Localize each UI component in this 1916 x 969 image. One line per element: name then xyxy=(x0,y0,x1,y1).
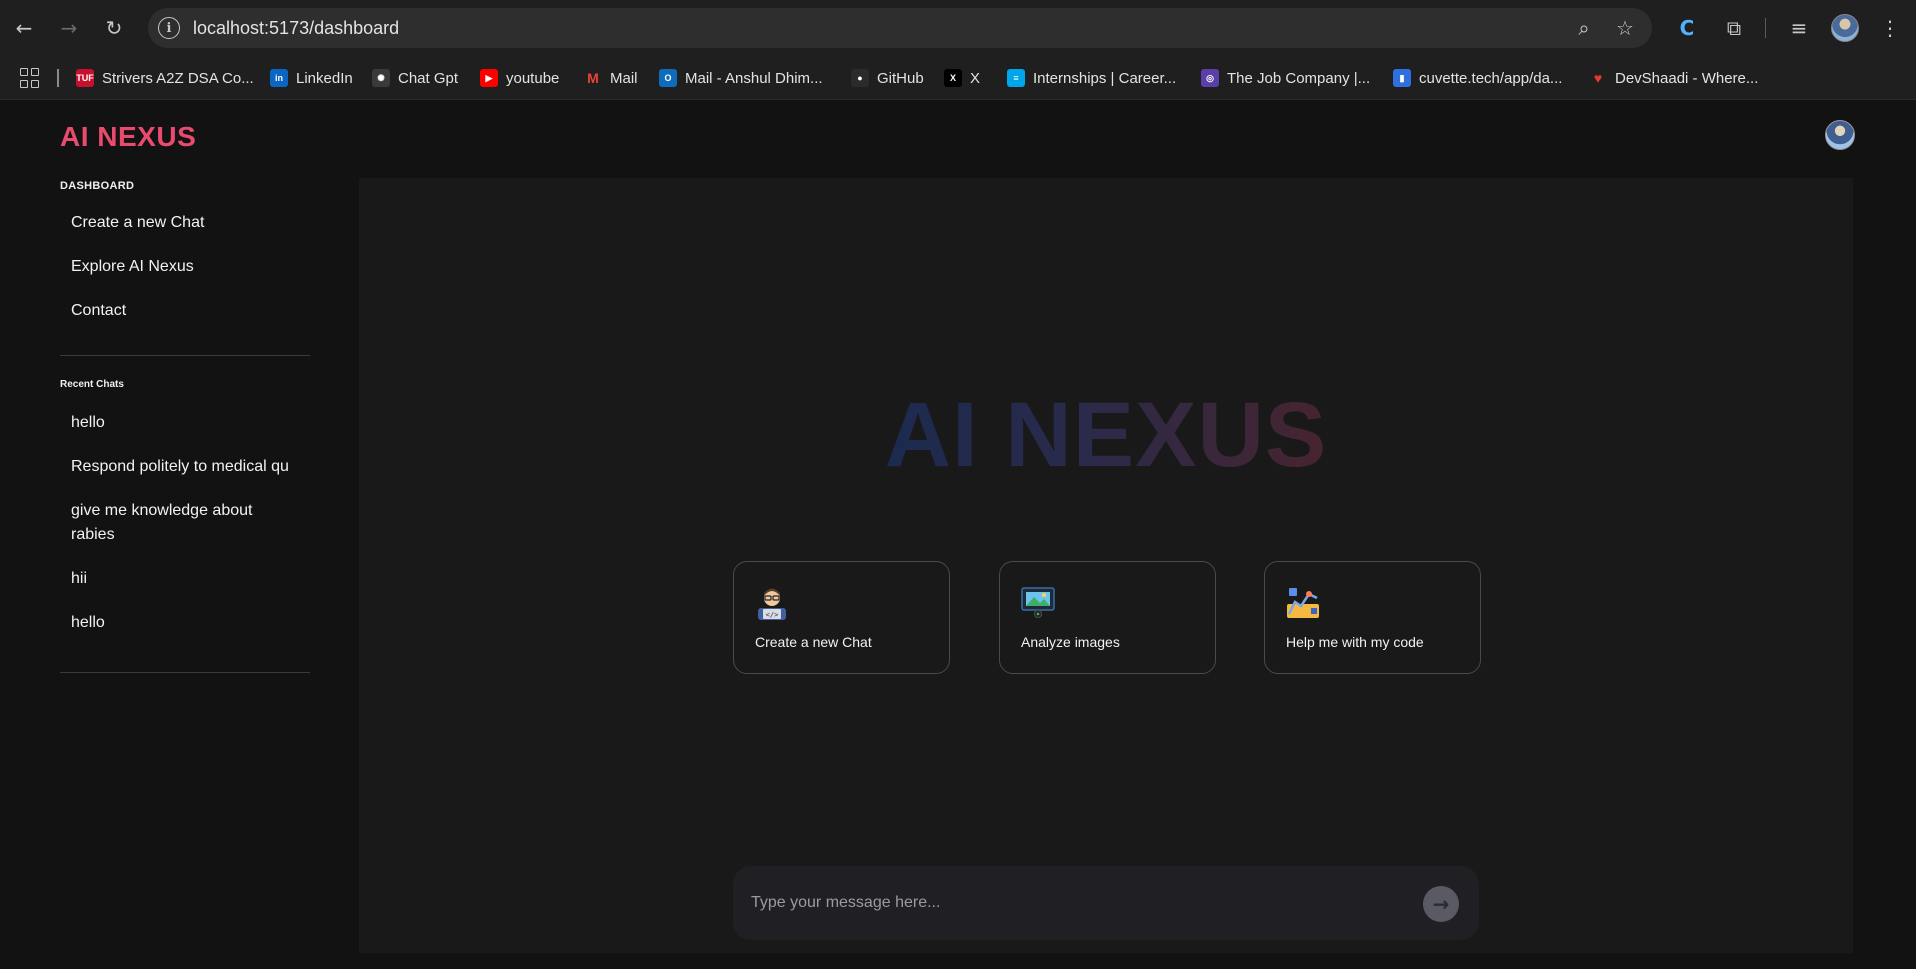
bookmarks-bar: TUF Strivers A2Z DSA Co... in LinkedIn ✺ Chat… xyxy=(0,56,1916,100)
recent-chat-item[interactable]: hello xyxy=(71,411,301,435)
send-arrow-icon[interactable]: → xyxy=(1423,886,1459,922)
sidebar-divider xyxy=(60,672,310,673)
extension-c-icon[interactable]: C xyxy=(1673,14,1701,42)
bookmark-label: Mail - Anshul Dhim... xyxy=(685,69,823,87)
x-icon: X xyxy=(944,69,962,87)
card-label: Help me with my code xyxy=(1286,634,1424,650)
bookmark-label: Strivers A2Z DSA Co... xyxy=(102,69,254,87)
forward-icon[interactable]: → xyxy=(55,14,83,42)
dashboard-main: AI NEXUS </> Create a new Chat Analyze i… xyxy=(359,178,1853,953)
developer-icon: </> xyxy=(758,588,786,620)
svg-text:</>: </> xyxy=(766,611,779,619)
bookmark-label: Chat Gpt xyxy=(398,69,459,87)
outlook-icon: O xyxy=(659,69,677,87)
bookmark-item[interactable]: M Mail xyxy=(584,67,638,89)
sidebar-link-new-chat[interactable]: Create a new Chat xyxy=(71,211,301,235)
bookmark-label: DevShaadi - Where... xyxy=(1615,69,1759,87)
dashboard-section-title: DASHBOARD xyxy=(60,180,135,192)
bookmark-item[interactable]: ♥ DevShaadi - Where... xyxy=(1589,67,1758,89)
address-bar[interactable]: i localhost:5173/dashboard ⌕ ☆ xyxy=(148,8,1652,48)
bookmark-label: Internships | Career... xyxy=(1033,69,1177,87)
bookmark-label: cuvette.tech/app/da... xyxy=(1419,69,1563,87)
internshala-icon: ≡ xyxy=(1007,69,1025,87)
hero-title: AI NEXUS xyxy=(359,383,1853,488)
site-info-icon[interactable]: i xyxy=(158,17,180,39)
zoom-icon[interactable]: ⌕ xyxy=(1572,16,1596,40)
card-create-chat[interactable]: </> Create a new Chat xyxy=(733,561,950,674)
sidebar-divider xyxy=(60,355,310,356)
bookmark-star-icon[interactable]: ☆ xyxy=(1613,16,1637,40)
chatgpt-icon: ✺ xyxy=(372,69,390,87)
browser-profile-avatar[interactable] xyxy=(1831,14,1859,42)
menu-kebab-icon[interactable]: ⋮ xyxy=(1876,14,1904,42)
bookmark-item[interactable]: ≡ Internships | Career... xyxy=(1007,67,1176,89)
bookmark-item[interactable]: ◎ The Job Company |... xyxy=(1201,67,1370,89)
recent-chats-title: Recent Chats xyxy=(60,379,124,390)
toolbar-divider xyxy=(1765,18,1766,38)
app-logo[interactable]: AI NEXUS xyxy=(60,121,196,153)
hero-title-text: AI NEXUS xyxy=(884,384,1328,486)
chat-message-input[interactable] xyxy=(751,888,1411,918)
bookmark-item[interactable]: ● GitHub xyxy=(851,67,924,89)
bookmark-label: The Job Company |... xyxy=(1227,69,1371,87)
heart-icon: ♥ xyxy=(1589,69,1607,87)
card-label: Analyze images xyxy=(1021,634,1120,650)
card-help-code[interactable]: Help me with my code xyxy=(1264,561,1481,674)
chat-form: → xyxy=(733,866,1479,940)
github-icon: ● xyxy=(851,69,869,87)
recent-chat-item[interactable]: give me knowledge about rabies xyxy=(71,499,271,547)
bookmark-item[interactable]: ▮ cuvette.tech/app/da... xyxy=(1393,67,1562,89)
reload-icon[interactable]: ↻ xyxy=(100,14,128,42)
bookmark-item[interactable]: O Mail - Anshul Dhim... xyxy=(659,67,823,89)
tuf-icon: TUF xyxy=(76,69,94,87)
recent-chat-item[interactable]: hii xyxy=(71,567,301,591)
bookmark-item[interactable]: ▶ youtube xyxy=(480,67,559,89)
bookmark-item[interactable]: ✺ Chat Gpt xyxy=(372,67,458,89)
bookmark-label: youtube xyxy=(506,69,560,87)
youtube-icon: ▶ xyxy=(480,69,498,87)
linkedin-icon: in xyxy=(270,69,288,87)
app-root: AI NEXUS DASHBOARD Create a new Chat Exp… xyxy=(0,101,1916,969)
bookmarks-separator xyxy=(57,69,59,87)
recent-chat-item[interactable]: hello xyxy=(71,611,301,635)
recent-chat-item[interactable]: Respond politely to medical qu xyxy=(71,455,301,479)
code-chart-icon xyxy=(1287,588,1319,618)
bookmark-label: X xyxy=(970,69,981,87)
sidebar-link-contact[interactable]: Contact xyxy=(71,299,301,323)
bookmark-label: GitHub xyxy=(877,69,924,87)
cuvette-icon: ▮ xyxy=(1393,69,1411,87)
user-avatar[interactable] xyxy=(1825,120,1855,150)
bookmark-label: LinkedIn xyxy=(296,69,353,87)
jobcompany-icon: ◎ xyxy=(1201,69,1219,87)
extensions-puzzle-icon[interactable]: ⧉ xyxy=(1720,14,1748,42)
bookmark-item[interactable]: XX xyxy=(944,67,980,89)
bookmark-label: Mail xyxy=(610,69,638,87)
gmail-icon: M xyxy=(587,70,599,86)
card-analyze-images[interactable]: Analyze images xyxy=(999,561,1216,674)
sidebar-link-explore[interactable]: Explore AI Nexus xyxy=(71,255,301,279)
bookmark-item[interactable]: TUF Strivers A2Z DSA Co... xyxy=(76,67,254,89)
browser-toolbar: ← → ↻ i localhost:5173/dashboard ⌕ ☆ C ⧉… xyxy=(0,0,1916,56)
card-label: Create a new Chat xyxy=(755,634,872,650)
image-icon xyxy=(1021,587,1055,619)
url-text[interactable]: localhost:5173/dashboard xyxy=(193,18,399,39)
media-playlist-icon[interactable]: ≡ xyxy=(1785,14,1813,42)
bookmark-item[interactable]: in LinkedIn xyxy=(270,67,353,89)
apps-grid-icon[interactable] xyxy=(20,68,40,88)
back-icon[interactable]: ← xyxy=(10,14,38,42)
